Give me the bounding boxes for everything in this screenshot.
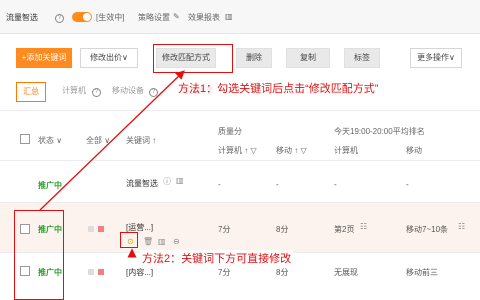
annotation-method2: 方法2：关键词下方可直接修改 xyxy=(140,250,294,266)
annotation-method1: 方法1：勾选关键词后点击“修改匹配方式” xyxy=(176,80,381,96)
